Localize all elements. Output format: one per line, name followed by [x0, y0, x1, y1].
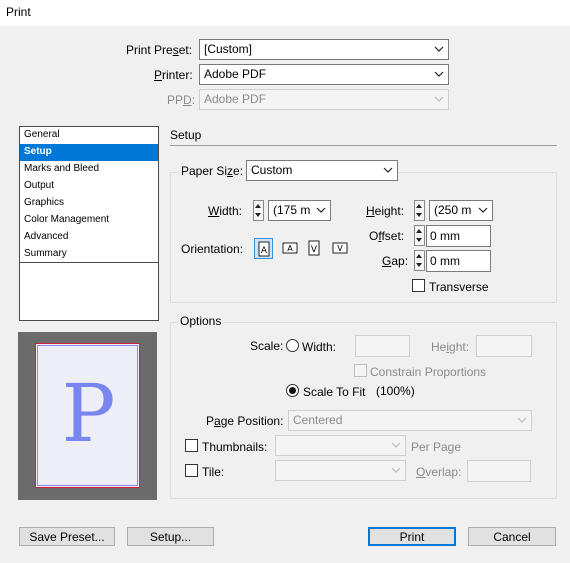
list-divider: [20, 262, 158, 263]
height-combo[interactable]: (250 m: [429, 200, 493, 221]
sidebar-item-marks-and-bleed[interactable]: Marks and Bleed: [20, 161, 158, 178]
preview-letter: P: [61, 367, 116, 460]
orientation-portrait-button[interactable]: A: [254, 238, 273, 259]
page-preview: P: [18, 332, 157, 500]
per-page-label: Per Page: [411, 440, 462, 454]
paper-size-dropdown[interactable]: Custom: [246, 160, 398, 181]
constrain-proportions-label: Constrain Proportions: [370, 365, 487, 379]
width-combo[interactable]: (175 m: [268, 200, 331, 221]
offset-label: Offset:: [369, 229, 405, 243]
gap-label: Gap:: [382, 254, 409, 268]
page-position-label: Page Position:: [206, 414, 284, 428]
height-stepper[interactable]: [414, 200, 425, 221]
sidebar-item-general[interactable]: General: [20, 127, 158, 144]
offset-stepper[interactable]: [414, 225, 425, 246]
reverse-landscape-icon: V: [332, 242, 348, 254]
overlap-label: Overlap:: [416, 465, 462, 479]
width-stepper[interactable]: [253, 200, 264, 221]
thumbnails-per-page-dropdown: [275, 435, 406, 456]
sidebar-item-output[interactable]: Output: [20, 178, 158, 195]
preview-paper: P: [35, 343, 140, 488]
ppd-label: PPD:: [167, 93, 196, 107]
tile-label: Tile:: [202, 465, 225, 479]
overlap-field: [467, 460, 531, 482]
scale-height-field: [476, 335, 532, 357]
window-title: Print: [6, 5, 31, 19]
sidebar-item-graphics[interactable]: Graphics: [20, 195, 158, 212]
chevron-down-icon: [434, 44, 444, 54]
setup-button[interactable]: Setup...: [127, 527, 214, 546]
title-bar: Print: [0, 0, 570, 26]
tile-checkbox[interactable]: [185, 464, 198, 477]
printer-dropdown[interactable]: Adobe PDF: [199, 64, 449, 85]
chevron-down-icon: [434, 69, 444, 79]
transverse-label: Transverse: [429, 280, 489, 294]
scale-to-fit-label: Scale To Fit: [303, 385, 366, 399]
paper-size-label: Paper Size:: [179, 164, 246, 178]
ppd-dropdown: Adobe PDF: [199, 89, 449, 110]
orientation-landscape-button[interactable]: A: [280, 238, 299, 259]
print-preset-label: Print Preset:: [126, 43, 193, 57]
scale-label: Scale:: [250, 339, 284, 353]
chevron-down-icon: [434, 94, 444, 104]
svg-text:A: A: [287, 244, 293, 253]
thumbnails-label: Thumbnails:: [202, 440, 268, 454]
sidebar-item-advanced[interactable]: Advanced: [20, 229, 158, 246]
print-button[interactable]: Print: [368, 527, 456, 546]
landscape-icon: A: [282, 242, 298, 254]
scale-width-radio[interactable]: [286, 339, 299, 352]
width-label: Width:: [208, 204, 243, 218]
printer-label: Printer:: [154, 68, 193, 82]
scale-to-fit-radio[interactable]: [286, 384, 299, 397]
sidebar-item-summary[interactable]: Summary: [20, 246, 158, 263]
cancel-button[interactable]: Cancel: [468, 527, 556, 546]
orientation-label: Orientation:: [181, 242, 244, 256]
gap-stepper[interactable]: [414, 250, 425, 271]
chevron-down-icon: [517, 415, 527, 425]
svg-text:V: V: [311, 245, 318, 255]
tile-dropdown: [275, 460, 406, 481]
setup-heading: Setup: [170, 128, 202, 142]
thumbnails-checkbox[interactable]: [185, 439, 198, 452]
orientation-reverse-landscape-button[interactable]: V: [330, 238, 349, 259]
gap-field[interactable]: 0 mm: [426, 250, 491, 272]
chevron-down-icon: [316, 205, 326, 215]
scale-width-field: [355, 335, 410, 357]
offset-field[interactable]: 0 mm: [426, 225, 491, 247]
options-title: Options: [178, 314, 224, 328]
chevron-down-icon: [383, 165, 393, 175]
scale-to-fit-value: (100%): [376, 384, 415, 398]
save-preset-button[interactable]: Save Preset...: [19, 527, 115, 546]
heading-divider: [170, 145, 557, 146]
svg-text:A: A: [261, 246, 268, 256]
svg-text:V: V: [337, 244, 343, 253]
category-list[interactable]: General Setup Marks and Bleed Output Gra…: [19, 126, 159, 321]
reverse-portrait-icon: V: [308, 240, 320, 256]
print-preset-dropdown[interactable]: [Custom]: [199, 39, 449, 60]
transverse-checkbox[interactable]: [412, 279, 425, 292]
page-position-dropdown: Centered: [288, 410, 532, 431]
chevron-down-icon: [478, 205, 488, 215]
paper-size-group: [170, 172, 557, 303]
chevron-down-icon: [391, 465, 401, 475]
chevron-down-icon: [391, 440, 401, 450]
scale-width-label: Width:: [302, 340, 337, 354]
orientation-reverse-portrait-button[interactable]: V: [305, 238, 324, 259]
constrain-proportions-checkbox: [354, 364, 367, 377]
sidebar-item-setup[interactable]: Setup: [20, 144, 158, 161]
scale-height-label: Height:: [431, 340, 470, 354]
height-label: Height:: [366, 204, 405, 218]
portrait-icon: A: [258, 241, 270, 257]
sidebar-item-color-management[interactable]: Color Management: [20, 212, 158, 229]
